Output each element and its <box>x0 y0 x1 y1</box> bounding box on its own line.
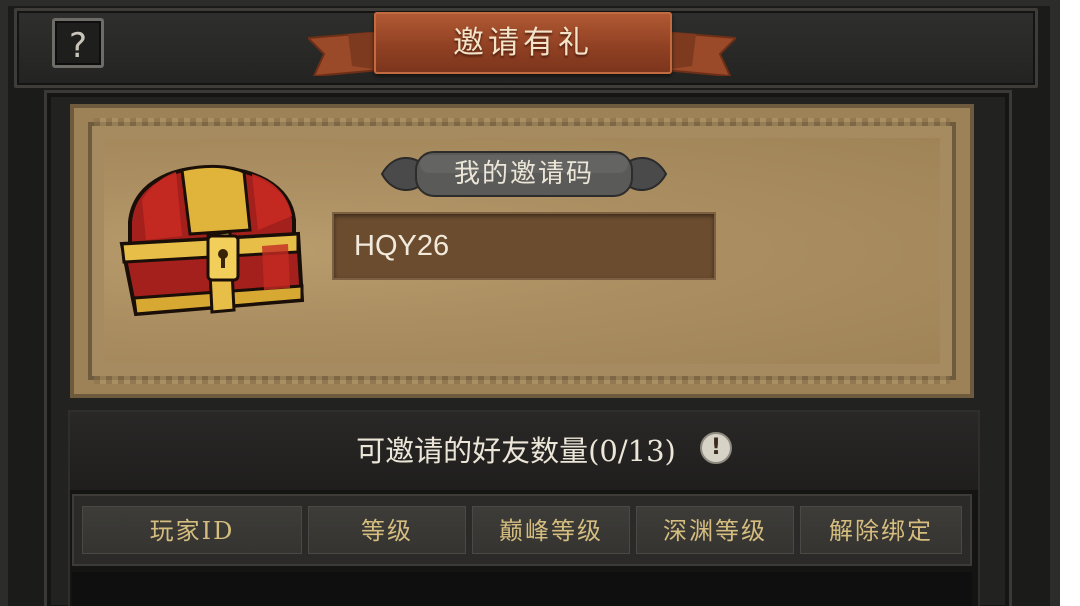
title-banner: 邀请有礼 <box>374 12 672 74</box>
invite-code-field[interactable]: HQY26 <box>332 212 716 280</box>
column-header-unbind: 解除绑定 <box>800 506 962 554</box>
invite-window: ? 邀请有礼 我的邀请码 HQY26 可邀请的好友数量(0/13) ! 玩家ID… <box>0 0 1060 606</box>
treasure-chest-icon <box>119 164 305 317</box>
column-header-player-id: 玩家ID <box>82 506 302 554</box>
border-ornament-top <box>94 118 950 126</box>
column-header-peak-level: 巅峰等级 <box>472 506 630 554</box>
info-icon[interactable]: ! <box>700 432 732 464</box>
friends-table-header: 玩家ID 等级 巅峰等级 深渊等级 解除绑定 <box>72 494 972 566</box>
invite-code-label: 我的邀请码 <box>453 159 594 189</box>
invitable-friends-count: 可邀请的好友数量(0/13) <box>356 434 676 468</box>
column-header-level: 等级 <box>308 506 466 554</box>
invite-code-value: HQY26 <box>354 230 450 262</box>
banner-right-ribbon <box>664 32 736 76</box>
help-button[interactable]: ? <box>52 18 104 68</box>
question-mark-icon: ? <box>68 26 88 66</box>
border-ornament-bottom <box>94 376 950 384</box>
friends-table-body <box>72 572 972 606</box>
banner-left-ribbon <box>308 32 380 76</box>
column-header-abyss-level: 深渊等级 <box>636 506 794 554</box>
page-title: 邀请有礼 <box>453 25 593 61</box>
friends-header: 可邀请的好友数量(0/13) <box>70 412 978 490</box>
